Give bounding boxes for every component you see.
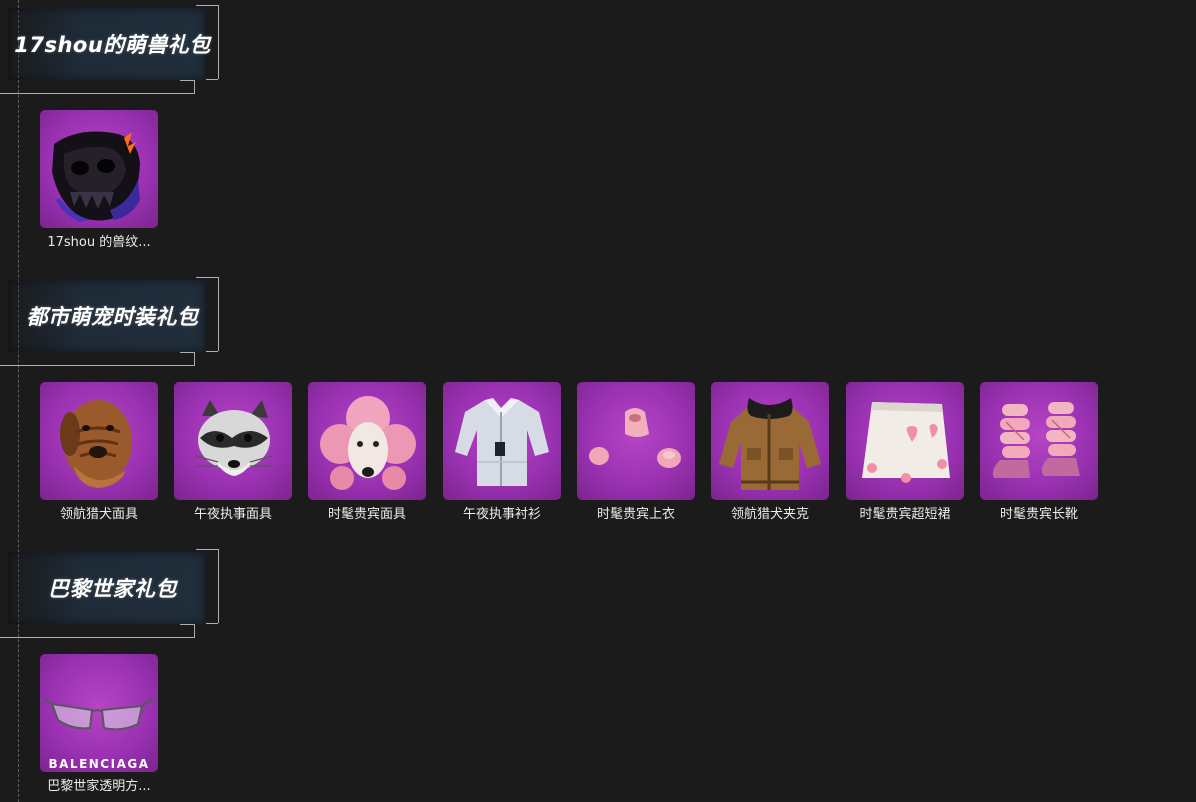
item-card[interactable]: 时髦贵宾长靴 (980, 382, 1098, 522)
item-tile[interactable] (174, 382, 292, 500)
pink-top-icon (589, 408, 681, 468)
section-title: 17shou的萌兽礼包 (14, 33, 211, 57)
item-name: 时髦贵宾长靴 (999, 507, 1078, 522)
item-card[interactable]: 时髦贵宾超短裙 (846, 382, 964, 522)
item-tile[interactable] (308, 382, 426, 500)
item-name: 领航猎犬夹克 (730, 507, 809, 522)
glasses-icon (43, 697, 155, 731)
dog-mask-icon (60, 400, 132, 488)
item-card[interactable]: 17shou 的兽纹... (40, 110, 158, 250)
item-name: 巴黎世家透明方... (47, 779, 151, 794)
boots-icon (992, 402, 1080, 478)
skirt-icon (862, 402, 950, 483)
item-card[interactable]: 时髦贵宾上衣 (577, 382, 695, 522)
item-tile[interactable] (443, 382, 561, 500)
item-name: 时髦贵宾面具 (327, 507, 406, 522)
brand-logo: BALENCIAGA (48, 757, 150, 771)
section-header: 都市萌宠时装礼包 (0, 272, 225, 368)
item-tile[interactable] (846, 382, 964, 500)
item-tile[interactable] (711, 382, 829, 500)
item-card[interactable]: 领航猎犬面具 (40, 382, 158, 522)
item-tile[interactable] (980, 382, 1098, 500)
item-name: 午夜执事衬衫 (462, 507, 541, 522)
item-card[interactable]: 领航猎犬夹克 (711, 382, 829, 522)
item-tile[interactable]: BALENCIAGA (40, 654, 158, 772)
item-name: 领航猎犬面具 (59, 507, 138, 522)
item-name: 时髦贵宾超短裙 (859, 507, 951, 522)
item-card[interactable]: BALENCIAGA 巴黎世家透明方... (40, 654, 158, 794)
poodle-mask-icon (320, 396, 416, 490)
item-name: 时髦贵宾上衣 (596, 507, 675, 522)
section-rail (18, 0, 19, 802)
section-title: 都市萌宠时装礼包 (26, 305, 199, 329)
section-header: 巴黎世家礼包 (0, 544, 225, 640)
gift-pack-page: 17shou的萌兽礼包 17shou 的兽纹... 都市萌宠时装礼包 领航猎犬面… (0, 0, 1196, 802)
item-name: 17shou 的兽纹... (47, 235, 151, 250)
section-header: 17shou的萌兽礼包 (0, 0, 225, 96)
item-name: 午夜执事面具 (193, 507, 272, 522)
item-tile[interactable] (40, 110, 158, 228)
item-card[interactable]: 午夜执事衬衫 (443, 382, 561, 522)
skull-mask-icon (52, 131, 140, 222)
shirt-icon (455, 398, 549, 486)
section-title: 巴黎世家礼包 (48, 577, 177, 601)
item-tile[interactable] (40, 382, 158, 500)
raccoon-mask-icon (195, 400, 273, 476)
jacket-icon (719, 398, 821, 490)
item-card[interactable]: 时髦贵宾面具 (308, 382, 426, 522)
item-card[interactable]: 午夜执事面具 (174, 382, 292, 522)
item-tile[interactable] (577, 382, 695, 500)
